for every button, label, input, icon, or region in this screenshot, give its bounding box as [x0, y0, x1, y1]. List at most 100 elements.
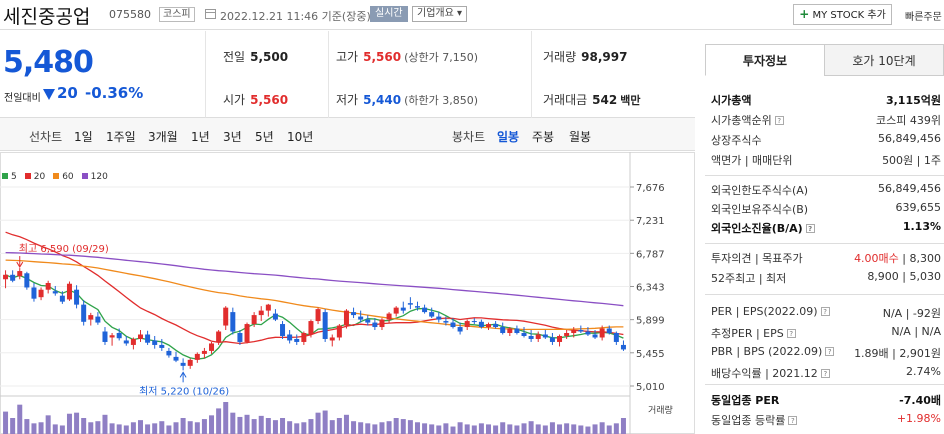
candle-body — [322, 312, 328, 339]
help-icon[interactable]: ? — [820, 369, 830, 378]
candle-body — [478, 321, 484, 328]
amount-unit: 백만 — [620, 94, 641, 107]
candle-daily[interactable]: 일봉 — [497, 128, 519, 145]
candle-weekly[interactable]: 주봉 — [532, 128, 554, 145]
info-label-text: 동일업종 등락률 — [711, 414, 786, 427]
volume-bar — [478, 423, 484, 434]
side-tabs: 투자정보 호가 10단계 — [705, 44, 944, 76]
candle-body — [358, 316, 364, 320]
realtime-button[interactable]: 실시간 — [370, 6, 408, 22]
candle-body — [436, 316, 442, 320]
volume-bar — [549, 422, 555, 434]
y-tick-label: 6,787 — [636, 249, 665, 260]
help-icon[interactable]: ? — [820, 307, 830, 316]
add-mystock-label: MY STOCK 추가 — [812, 10, 886, 21]
volume-bar — [422, 423, 428, 434]
volume-bar — [216, 408, 222, 434]
tab-order-book[interactable]: 호가 10단계 — [824, 44, 944, 76]
info-label: PBR | BPS (2022.09)? — [711, 345, 835, 358]
info-label: 외국인보유주식수(B) — [711, 201, 808, 217]
volume-bar — [123, 425, 129, 434]
info-row: 투자의견 | 목표주가 4.00매수 | 8,300 — [711, 250, 944, 268]
side-divider — [705, 175, 944, 176]
tab-investment-info[interactable]: 투자정보 — [705, 44, 825, 76]
period-3y[interactable]: 3년 — [223, 128, 242, 145]
candlestick-chart[interactable]: 7,676 7,231 6,787 6,343 5,899 5,455 5,010 거래량 최고… — [0, 152, 695, 434]
volume-bar — [66, 413, 72, 434]
side-divider — [705, 243, 944, 244]
high-price: 고가 5,560 (상한가 7,150) — [336, 48, 478, 65]
volume-bar — [542, 425, 548, 434]
info-label-text: 외국인소진율(B/A) — [711, 222, 803, 235]
quick-order-link[interactable]: 빠른주문 — [905, 8, 942, 23]
info-label: 동일업종 PER — [711, 392, 779, 408]
price-chart[interactable]: 5 20 60 120 7,676 7,231 6,787 6,343 5,899 5,455 5… — [0, 152, 695, 434]
lower-limit: (하한가 3,850) — [404, 94, 478, 107]
candle-body — [258, 310, 264, 316]
help-icon[interactable]: ? — [805, 224, 815, 233]
info-label: 시가총액 — [711, 92, 751, 108]
period-1y[interactable]: 1년 — [191, 128, 210, 145]
volume-bar — [159, 421, 165, 434]
candle-body — [407, 303, 413, 305]
candle-body — [514, 328, 520, 334]
candle-body — [599, 328, 605, 338]
volume-bar — [535, 424, 541, 434]
period-10y[interactable]: 10년 — [287, 128, 313, 145]
candle-body — [173, 356, 179, 361]
info-row: 동일업종 등락률? +1.98% — [711, 412, 944, 430]
period-1d[interactable]: 1일 — [74, 128, 93, 145]
candle-body — [159, 344, 165, 348]
volume-bar — [379, 422, 385, 434]
volume-bar — [557, 424, 563, 434]
info-row: 추정PER | EPS? N/A | N/A — [711, 325, 944, 343]
candle-body — [365, 319, 371, 323]
candle-body — [137, 334, 143, 339]
company-overview-button[interactable]: 기업개요 ▾ — [412, 6, 467, 22]
info-value: -7.40배 — [899, 392, 941, 408]
volume-bar — [564, 423, 570, 434]
period-1w[interactable]: 1주일 — [106, 128, 136, 145]
volume-bar — [194, 422, 200, 434]
amount-label: 거래대금 — [543, 93, 588, 107]
open-label: 시가 — [223, 93, 246, 107]
info-row: 외국인보유주식수(B) 639,655 — [711, 201, 944, 219]
prev-close: 전일 5,500 — [223, 48, 288, 65]
market-badge: 코스피 — [159, 7, 195, 22]
candle-body — [606, 328, 612, 334]
volume-label: 거래량 — [543, 50, 577, 64]
volume-bar — [606, 425, 612, 434]
info-row: 동일업종 PER -7.40배 — [711, 392, 944, 410]
info-value-text: 56,849,456 — [878, 182, 941, 195]
candle-body — [578, 330, 584, 332]
change-rate: -0.36% — [85, 84, 144, 102]
info-label-text: PBR | BPS (2022.09) — [711, 345, 823, 358]
period-3m[interactable]: 3개월 — [148, 128, 178, 145]
candle-body — [343, 310, 349, 326]
volume-bar — [343, 414, 349, 434]
help-icon[interactable]: ? — [825, 347, 835, 356]
candle-body — [486, 324, 492, 328]
info-value-text: 3,115억원 — [885, 94, 941, 107]
volume-bar — [209, 415, 215, 434]
y-tick-label: 5,010 — [636, 382, 665, 393]
volume-bar — [152, 423, 158, 434]
candle-body — [74, 289, 80, 305]
y-tick-label: 7,676 — [636, 183, 665, 194]
add-mystock-button[interactable]: + MY STOCK 추가 — [793, 4, 892, 25]
info-value: 4.00매수 | 8,300 — [854, 250, 941, 266]
volume-bar — [507, 424, 513, 434]
help-icon[interactable]: ? — [788, 416, 798, 425]
candle-body — [507, 328, 513, 334]
volume-bar — [166, 425, 172, 434]
period-5y[interactable]: 5년 — [255, 128, 274, 145]
candle-body — [429, 312, 435, 317]
help-icon[interactable]: ? — [786, 329, 796, 338]
volume-bar — [59, 425, 65, 434]
volume-bar — [464, 424, 470, 434]
volume-bar — [137, 420, 143, 434]
candle-body — [336, 325, 342, 338]
candle-body — [386, 313, 392, 320]
help-icon[interactable]: ? — [774, 116, 784, 125]
candle-monthly[interactable]: 월봉 — [569, 128, 591, 145]
